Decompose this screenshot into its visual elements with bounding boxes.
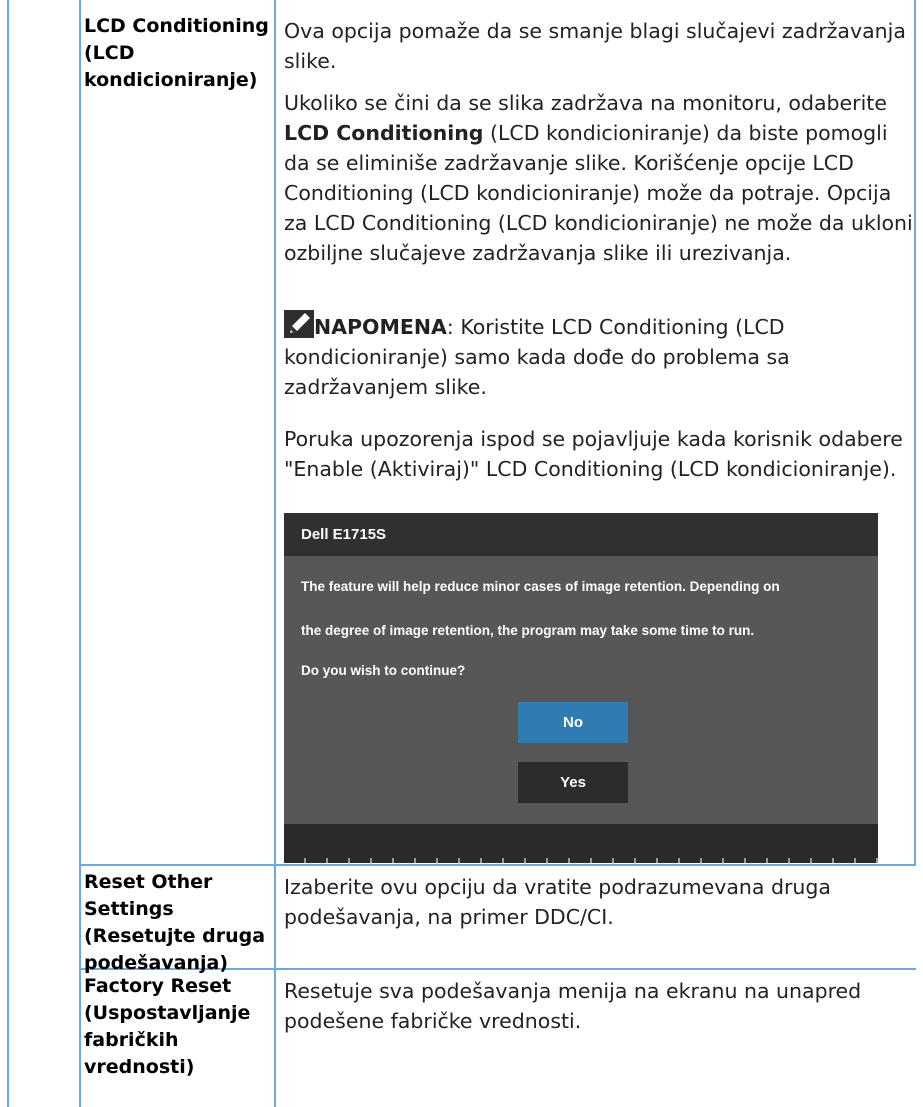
table-border-left: [7, 0, 9, 1107]
osd-footer-dots: [284, 858, 878, 863]
description-paragraph: Resetuje sva podešavanja menija na ekran…: [284, 979, 862, 1033]
setting-label-reset-other: Reset Other Settings (Resetujte druga po…: [84, 871, 266, 974]
setting-label-factory-reset: Factory Reset (Uspostavljanje fabričkih …: [84, 975, 251, 1078]
osd-dialog: Dell E1715S The feature will help reduce…: [284, 513, 878, 863]
table-border-col2: [274, 0, 276, 1107]
yes-button[interactable]: Yes: [518, 762, 628, 803]
table-border-col1: [79, 0, 81, 1107]
osd-footer: [284, 824, 878, 863]
osd-message-line: the degree of image retention, the progr…: [301, 623, 755, 638]
note-label: NAPOMENA: [314, 315, 447, 339]
osd-message-line: The feature will help reduce minor cases…: [301, 579, 780, 594]
osd-message-line: Do you wish to continue?: [301, 663, 466, 678]
osd-title: Dell E1715S: [301, 526, 387, 543]
emphasis-lcd-conditioning: LCD Conditioning: [284, 121, 484, 145]
description-paragraph: Izaberite ovu opciju da vratite podrazum…: [284, 875, 831, 929]
row-divider-1: [79, 864, 916, 866]
table-border-right: [914, 0, 916, 866]
osd-header: Dell E1715S: [284, 513, 878, 556]
description-paragraph: Ukoliko se čini da se slika zadržava na …: [284, 91, 913, 265]
no-button[interactable]: No: [518, 702, 628, 743]
description-paragraph: Ova opcija pomaže da se smanje blagi slu…: [284, 19, 906, 73]
setting-label-lcd-conditioning: LCD Conditioning (LCD kondicioniranje): [84, 15, 269, 91]
note-block: NAPOMENA: Koristite LCD Conditioning (LC…: [284, 310, 914, 402]
description-paragraph: Poruka upozorenja ispod se pojavljuje ka…: [284, 427, 903, 481]
pencil-icon: [284, 310, 314, 338]
